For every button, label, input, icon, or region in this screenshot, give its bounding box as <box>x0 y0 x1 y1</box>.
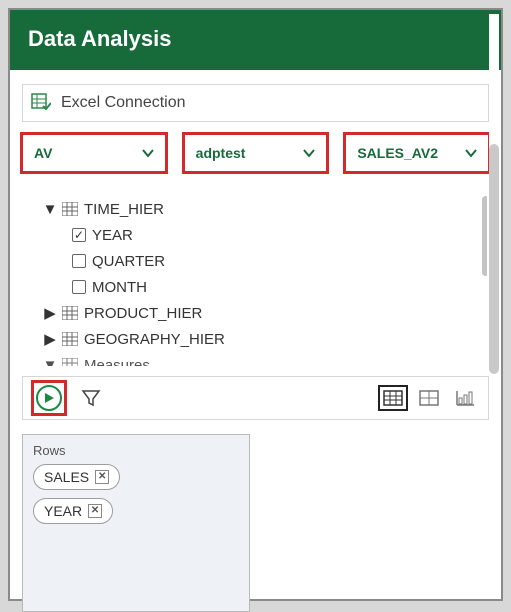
remove-chip-icon[interactable]: ✕ <box>95 470 109 484</box>
tree-leaf-label: MONTH <box>92 279 147 296</box>
tree-node-label: PRODUCT_HIER <box>84 305 202 322</box>
type-select-highlight: AV <box>20 132 168 174</box>
schema-select-value: adptest <box>196 145 246 161</box>
object-select-highlight: SALES_AV2 <box>343 132 491 174</box>
selector-row: AV adptest SALES_AV2 <box>20 132 491 174</box>
tree-leaf-label: QUARTER <box>92 253 165 270</box>
checkbox-checked-icon[interactable] <box>72 228 86 242</box>
view-pivot-button[interactable] <box>414 385 444 411</box>
hierarchy-icon <box>62 358 78 366</box>
schema-select-highlight: adptest <box>182 132 330 174</box>
action-toolbar <box>22 376 489 420</box>
type-select-value: AV <box>34 145 52 161</box>
panel-scrollbar-thumb[interactable] <box>489 144 499 374</box>
row-chip[interactable]: YEAR ✕ <box>33 498 113 524</box>
hierarchy-icon <box>62 332 78 346</box>
rows-drop-zone[interactable]: Rows SALES ✕ YEAR ✕ <box>22 434 250 612</box>
tree-node-measures[interactable]: ▼ Measures <box>34 352 487 366</box>
filter-button[interactable] <box>77 384 105 412</box>
caret-right-icon: ▶ <box>44 304 56 322</box>
tree-scrollbar[interactable] <box>482 196 487 276</box>
checkbox-icon[interactable] <box>72 254 86 268</box>
type-select[interactable]: AV <box>25 137 163 169</box>
run-button[interactable] <box>36 385 62 411</box>
view-table-button[interactable] <box>378 385 408 411</box>
checkbox-icon[interactable] <box>72 280 86 294</box>
caret-down-icon: ▼ <box>44 357 56 367</box>
tree-node-time[interactable]: ▼ TIME_HIER <box>34 196 487 222</box>
page-title-text: Data Analysis <box>28 26 171 51</box>
tree-leaf-quarter[interactable]: QUARTER <box>34 248 487 274</box>
run-button-highlight <box>31 380 67 416</box>
connection-selector[interactable]: Excel Connection <box>22 84 489 122</box>
schema-select[interactable]: adptest <box>187 137 325 169</box>
object-select[interactable]: SALES_AV2 <box>348 137 486 169</box>
tree-node-label: GEOGRAPHY_HIER <box>84 331 225 348</box>
view-chart-button[interactable] <box>450 385 480 411</box>
connection-label: Excel Connection <box>61 94 186 112</box>
chevron-down-icon <box>465 145 477 161</box>
chip-label: YEAR <box>44 503 82 519</box>
tree-leaf-month[interactable]: MONTH <box>34 274 487 300</box>
panel-scrollbar-track[interactable] <box>489 14 499 595</box>
caret-down-icon: ▼ <box>44 201 56 218</box>
excel-connection-icon <box>31 92 51 115</box>
tree-leaf-year[interactable]: YEAR <box>34 222 487 248</box>
hierarchy-icon <box>62 306 78 320</box>
rows-title: Rows <box>33 443 239 458</box>
chevron-down-icon <box>303 145 315 161</box>
hierarchy-icon <box>62 202 78 216</box>
view-switch <box>378 385 480 411</box>
remove-chip-icon[interactable]: ✕ <box>88 504 102 518</box>
row-chip[interactable]: SALES ✕ <box>33 464 120 490</box>
page-title: Data Analysis <box>10 10 501 70</box>
object-select-value: SALES_AV2 <box>357 145 438 161</box>
chip-label: SALES <box>44 469 89 485</box>
tree-node-label: Measures <box>84 357 150 367</box>
caret-right-icon: ▶ <box>44 330 56 348</box>
tree-node-label: TIME_HIER <box>84 201 164 218</box>
chevron-down-icon <box>142 145 154 161</box>
tree-node-product[interactable]: ▶ PRODUCT_HIER <box>34 300 487 326</box>
dimension-tree: ▼ TIME_HIER YEAR QUARTER MONTH ▶ PRODUCT… <box>34 196 487 366</box>
tree-node-geography[interactable]: ▶ GEOGRAPHY_HIER <box>34 326 487 352</box>
tree-leaf-label: YEAR <box>92 227 133 244</box>
